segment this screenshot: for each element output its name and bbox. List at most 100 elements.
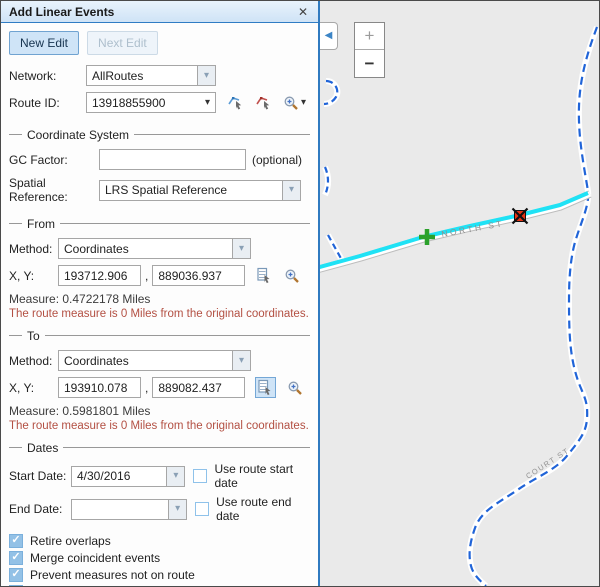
network-label: Network: (9, 69, 86, 83)
to-zoom-icon[interactable] (287, 380, 303, 396)
to-separator: To (9, 329, 310, 342)
to-method-value: Coordinates (59, 354, 232, 368)
options-list: ✓ Retire overlaps ✓ Merge coincident eve… (9, 532, 310, 586)
start-date-row: Start Date: 4/30/2016 ▾ Use route start … (9, 462, 310, 490)
coordinate-system-header: Coordinate System (27, 128, 129, 142)
retire-overlaps-checkbox[interactable]: ✓ (9, 534, 23, 548)
spatial-reference-value: LRS Spatial Reference (100, 183, 282, 197)
use-route-start-date-checkbox[interactable] (193, 469, 207, 483)
to-method-row: Method: Coordinates ▾ (9, 350, 310, 371)
use-route-start-date-label: Use route start date (214, 462, 310, 490)
to-header: To (27, 329, 40, 343)
comma-separator: , (145, 269, 148, 283)
spatial-reference-row: Spatial Reference: LRS Spatial Reference… (9, 176, 310, 204)
start-date-dropdown[interactable]: 4/30/2016 ▾ (71, 466, 185, 487)
to-xy-label: X, Y: (9, 381, 58, 395)
prevent-measures-label: Prevent measures not on route (30, 568, 195, 582)
magnifier-icon (283, 95, 299, 111)
panel-collapse-button[interactable]: ◀ (320, 22, 338, 50)
retire-overlaps-label: Retire overlaps (30, 534, 111, 548)
map-canvas[interactable]: NORTH ST COURT ST ◀ + − (320, 1, 599, 586)
from-x-input[interactable] (58, 265, 141, 286)
use-route-end-date-label: Use route end date (216, 495, 310, 523)
to-xy-row: X, Y: , (9, 377, 310, 398)
from-header: From (27, 217, 55, 231)
to-warning-text: The route measure is 0 Miles from the or… (9, 420, 310, 433)
save-dominant-routes-label: Save events to dominant routes (30, 585, 199, 587)
save-dominant-routes-checkbox[interactable]: ✓ (9, 585, 23, 587)
zoom-to-route-dropdown[interactable]: ▾ (283, 95, 306, 111)
dates-separator: Dates (9, 441, 310, 454)
option-row: ✓ Save events to dominant routes (9, 583, 310, 586)
chevron-down-icon[interactable]: ▾ (232, 351, 250, 370)
stream-fragment-left-loop (324, 81, 337, 104)
dates-header: Dates (27, 441, 58, 455)
chevron-down-icon[interactable]: ▾ (197, 66, 215, 85)
option-row: ✓ Merge coincident events (9, 549, 310, 566)
spatial-reference-dropdown[interactable]: LRS Spatial Reference ▾ (99, 180, 301, 201)
start-date-value: 4/30/2016 (72, 469, 166, 483)
end-date-label: End Date: (9, 502, 71, 516)
network-value: AllRoutes (87, 69, 197, 83)
option-row: ✓ Retire overlaps (9, 532, 310, 549)
app-window: Add Linear Events ✕ New Edit Next Edit N… (0, 0, 600, 587)
optional-note: (optional) (252, 153, 302, 167)
from-xy-label: X, Y: (9, 269, 58, 283)
close-icon[interactable]: ✕ (296, 5, 310, 19)
coordinate-system-separator: Coordinate System (9, 128, 310, 141)
route-id-combobox[interactable]: 13918855900 ▾ (86, 92, 216, 113)
prevent-measures-checkbox[interactable]: ✓ (9, 568, 23, 582)
chevron-down-icon[interactable]: ▾ (232, 239, 250, 258)
panel-content: New Edit Next Edit Network: AllRoutes ▾ … (1, 23, 318, 586)
chevron-down-icon: ▾ (301, 98, 306, 108)
gc-factor-input[interactable] (99, 149, 246, 170)
from-pick-coordinates-icon[interactable] (256, 267, 273, 284)
from-method-row: Method: Coordinates ▾ (9, 238, 310, 259)
select-from-route-icon[interactable] (227, 94, 244, 111)
select-to-route-icon[interactable] (255, 94, 272, 111)
collapse-left-icon: ◀ (325, 31, 333, 41)
to-pick-coordinates-icon-active[interactable] (255, 377, 276, 398)
stream-fragment-left-mid (325, 167, 328, 195)
from-zoom-icon[interactable] (284, 268, 300, 284)
to-x-input[interactable] (58, 377, 141, 398)
new-edit-button[interactable]: New Edit (9, 31, 79, 55)
from-xy-row: X, Y: , (9, 265, 310, 286)
to-y-input[interactable] (152, 377, 245, 398)
end-date-dropdown[interactable]: ▾ (71, 499, 187, 520)
edit-buttons-row: New Edit Next Edit (9, 31, 310, 55)
zoom-out-button[interactable]: − (355, 50, 384, 77)
from-method-value: Coordinates (59, 242, 232, 256)
from-method-dropdown[interactable]: Coordinates ▾ (58, 238, 251, 259)
from-separator: From (9, 217, 310, 230)
start-date-label: Start Date: (9, 469, 71, 483)
panel-titlebar: Add Linear Events ✕ (1, 1, 318, 23)
from-measure-text: Measure: 0.4722178 Miles (9, 293, 310, 306)
chevron-down-icon[interactable]: ▾ (166, 467, 184, 486)
to-method-dropdown[interactable]: Coordinates ▾ (58, 350, 251, 371)
to-measure-text: Measure: 0.5981801 Miles (9, 405, 310, 418)
from-warning-text: The route measure is 0 Miles from the or… (9, 308, 310, 321)
panel-title: Add Linear Events (9, 5, 296, 19)
comma-separator: , (145, 381, 148, 395)
stream-fragment-bottom-left (328, 235, 343, 262)
from-y-input[interactable] (152, 265, 245, 286)
network-dropdown[interactable]: AllRoutes ▾ (86, 65, 216, 86)
route-id-row: Route ID: 13918855900 ▾ (9, 92, 310, 113)
merge-coincident-events-checkbox[interactable]: ✓ (9, 551, 23, 565)
zoom-in-button[interactable]: + (355, 23, 384, 50)
chevron-down-icon[interactable]: ▾ (168, 500, 186, 519)
map-graphics: NORTH ST COURT ST (320, 1, 599, 586)
add-linear-events-panel: Add Linear Events ✕ New Edit Next Edit N… (1, 1, 320, 586)
next-edit-button[interactable]: Next Edit (87, 31, 158, 55)
route-id-value: 13918855900 (92, 96, 205, 110)
gc-factor-row: GC Factor: (optional) (9, 149, 310, 170)
to-point-marker[interactable] (513, 209, 528, 224)
end-date-row: End Date: ▾ Use route end date (9, 495, 310, 523)
chevron-down-icon[interactable]: ▾ (282, 181, 300, 200)
merge-coincident-events-label: Merge coincident events (30, 551, 160, 565)
from-method-label: Method: (9, 242, 58, 256)
chevron-down-icon[interactable]: ▾ (205, 98, 210, 108)
use-route-end-date-checkbox[interactable] (195, 502, 209, 516)
network-row: Network: AllRoutes ▾ (9, 65, 310, 86)
